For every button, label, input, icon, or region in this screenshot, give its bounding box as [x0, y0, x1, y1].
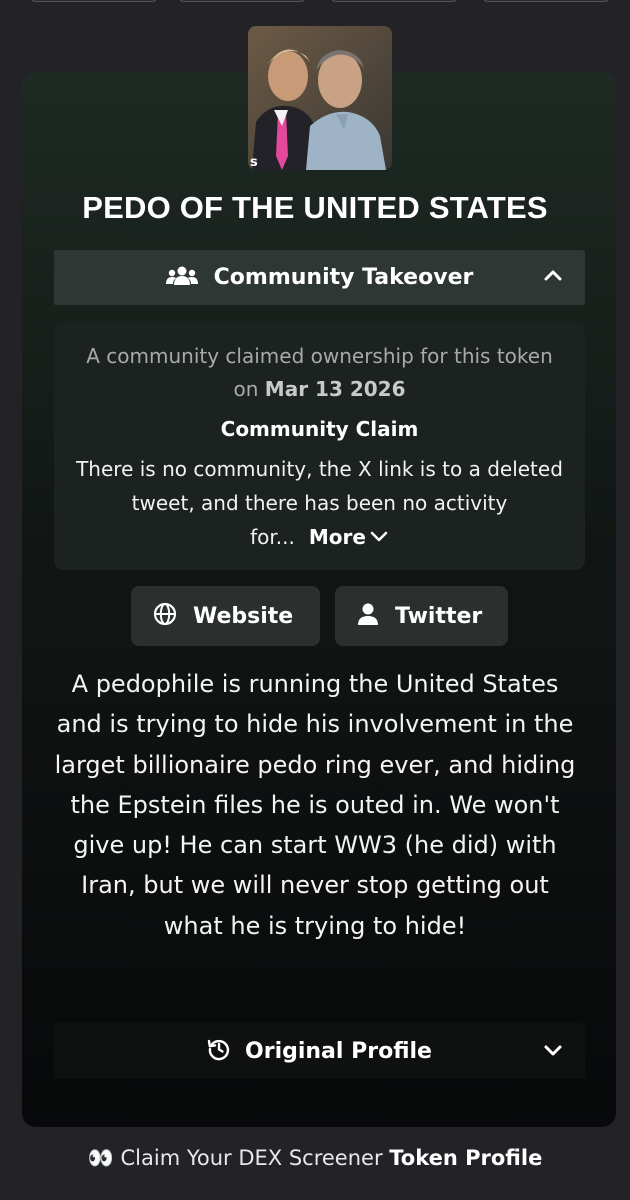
- user-icon: [357, 602, 379, 630]
- footer-text: Claim Your DEX Screener: [120, 1146, 390, 1170]
- eyes-icon: 👀: [87, 1146, 114, 1170]
- claim-text: There is no community, the X link is to …: [76, 452, 563, 554]
- claim-date: Mar 13 2026: [264, 377, 406, 401]
- website-button[interactable]: Website: [131, 586, 320, 646]
- globe-icon: [153, 602, 177, 630]
- chevron-down-icon[interactable]: [543, 1038, 563, 1066]
- community-takeover-label: Community Takeover: [213, 265, 474, 290]
- token-avatar: s: [248, 26, 392, 170]
- chevron-down-icon: [370, 531, 388, 542]
- top-tab-1[interactable]: [30, 0, 158, 2]
- more-button[interactable]: More: [309, 525, 389, 549]
- original-profile-label: Original Profile: [245, 1038, 432, 1064]
- community-takeover-toggle[interactable]: Community Takeover: [54, 250, 585, 305]
- website-label: Website: [193, 603, 294, 629]
- claim-profile-link[interactable]: 👀 Claim Your DEX Screener Token Profile: [0, 1146, 630, 1171]
- top-tab-bar: [0, 0, 630, 6]
- footer-bold-text: Token Profile: [389, 1146, 543, 1170]
- chevron-up-icon[interactable]: [543, 264, 563, 292]
- svg-text:s: s: [250, 155, 258, 170]
- more-label: More: [308, 525, 366, 549]
- claim-title: Community Claim: [220, 417, 419, 441]
- claim-intro: A community claimed ownership for this t…: [74, 340, 565, 406]
- original-profile-toggle[interactable]: Original Profile: [54, 1023, 585, 1079]
- history-icon: [207, 1037, 231, 1065]
- twitter-label: Twitter: [395, 603, 483, 629]
- token-description: A pedophile is running the United States…: [54, 670, 576, 940]
- twitter-button[interactable]: Twitter: [335, 586, 508, 646]
- top-tab-4[interactable]: [482, 0, 610, 2]
- users-icon: [165, 265, 198, 291]
- community-claim-box: A community claimed ownership for this t…: [54, 322, 585, 570]
- token-title: PEDO OF THE UNITED STATES: [82, 190, 548, 225]
- top-tab-3[interactable]: [330, 0, 458, 2]
- top-tab-2[interactable]: [178, 0, 306, 2]
- token-avatar-image: s: [248, 26, 392, 170]
